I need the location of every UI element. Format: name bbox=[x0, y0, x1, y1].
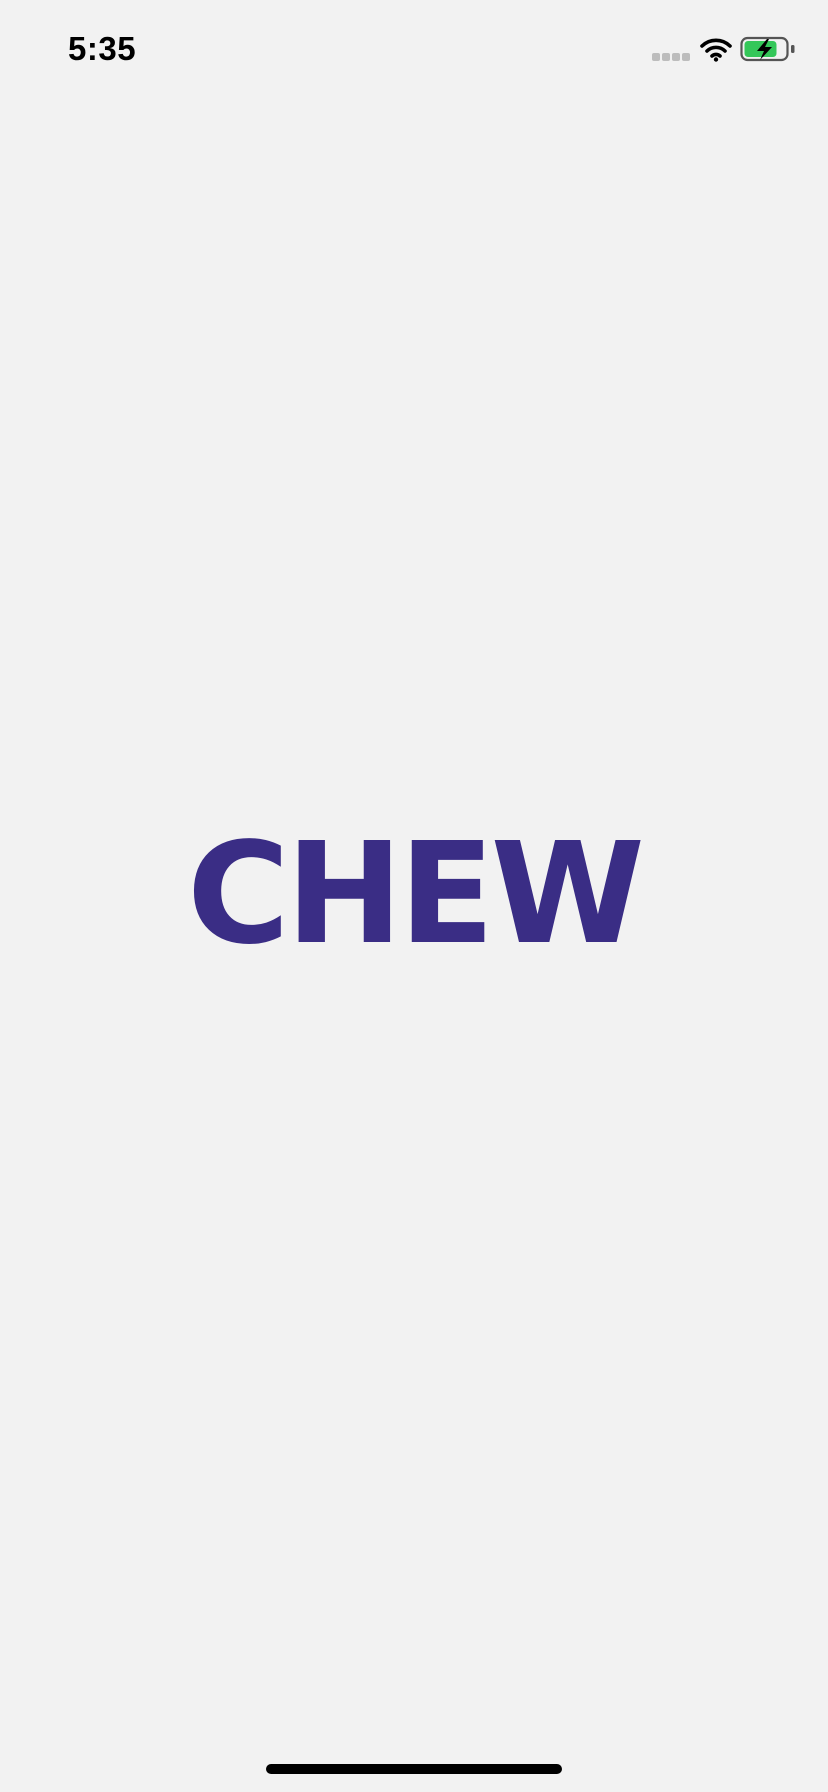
status-bar: 5:35 bbox=[0, 0, 828, 100]
chew-logo-wordmark: CHEW bbox=[186, 830, 642, 960]
wifi-icon bbox=[700, 38, 732, 62]
battery-charging-icon bbox=[740, 36, 795, 62]
home-indicator[interactable] bbox=[266, 1764, 562, 1774]
cellular-signal-icon bbox=[652, 53, 690, 61]
status-time: 5:35 bbox=[68, 30, 137, 67]
chew-logo: CHEW bbox=[186, 830, 642, 960]
logo-text: CHEW bbox=[187, 830, 642, 960]
